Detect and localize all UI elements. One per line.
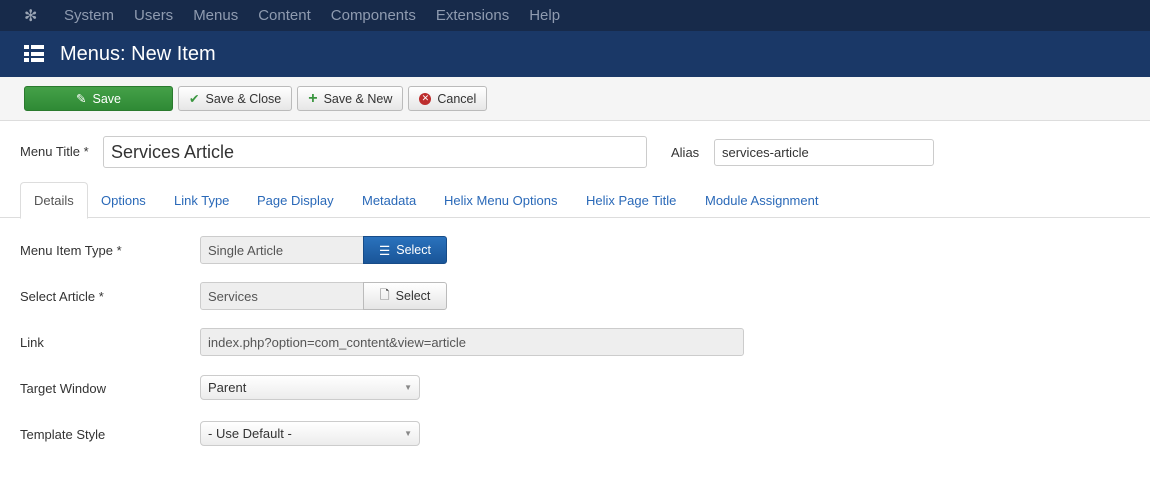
nav-content[interactable]: Content [258,7,311,24]
tab-metadata[interactable]: Metadata [349,182,429,218]
select-article-field: Services [200,282,364,310]
menu-item-type-label: Menu Item Type * [20,243,122,258]
save-new-label: Save & New [323,91,393,106]
save-label: Save [92,91,121,106]
tab-options[interactable]: Options [88,182,159,218]
toolbar: ✎ Save ✔ Save & Close + Save & New ✕ Cancel [0,77,1150,121]
nav-menus[interactable]: Menus [193,7,238,24]
link-field: index.php?option=com_content&view=articl… [200,328,744,356]
cancel-icon: ✕ [419,92,432,105]
select-label: Select [396,243,431,257]
top-navbar: ✻ System Users Menus Content Components … [0,0,1150,31]
tab-module-assignment[interactable]: Module Assignment [692,182,831,218]
plus-icon: + [308,89,318,107]
menu-title-label: Menu Title * [20,144,89,159]
select-article-label: Select Article * [20,289,104,304]
save-close-label: Save & Close [205,91,282,106]
caret-down-icon: ▼ [404,429,412,438]
link-label: Link [20,335,44,350]
nav-help[interactable]: Help [529,7,560,24]
check-icon: ✔ [189,92,200,106]
tab-helix-menu-options[interactable]: Helix Menu Options [431,182,570,218]
save-close-button[interactable]: ✔ Save & Close [178,86,293,111]
nav-extensions[interactable]: Extensions [436,7,509,24]
target-window-value: Parent [208,380,247,395]
tab-page-display[interactable]: Page Display [244,182,347,218]
nav-system[interactable]: System [64,7,114,24]
nav-components[interactable]: Components [331,7,416,24]
page-title: Menus: New Item [60,42,216,65]
list-icon [24,45,44,63]
tab-link-type[interactable]: Link Type [161,182,242,218]
edit-icon: ✎ [76,92,87,106]
menu-item-type-select-button[interactable]: ☰ Select [363,236,447,264]
list-icon: ☰ [379,243,391,258]
menu-item-type-field: Single Article [200,236,364,264]
target-window-label: Target Window [20,381,106,396]
save-button[interactable]: ✎ Save [24,86,173,111]
template-style-value: - Use Default - [208,426,292,441]
alias-label: Alias [671,145,700,160]
save-new-button[interactable]: + Save & New [297,86,404,111]
select-article-button[interactable]: 🗋 Select [363,282,447,310]
nav-users[interactable]: Users [134,7,173,24]
tab-helix-page-title[interactable]: Helix Page Title [573,182,689,218]
menu-title-input[interactable]: Services Article [103,136,647,168]
template-style-label: Template Style [20,427,106,442]
select-label: Select [395,289,431,303]
page-header: Menus: New Item [0,31,1150,77]
cancel-button[interactable]: ✕ Cancel [408,86,488,111]
joomla-logo-icon[interactable]: ✻ [24,6,44,26]
file-icon: 🗋 [379,287,390,302]
alias-input[interactable]: services-article [714,139,934,166]
target-window-select[interactable]: Parent ▼ [200,375,420,400]
tab-details[interactable]: Details [20,182,88,219]
cancel-label: Cancel [437,91,477,106]
template-style-select[interactable]: - Use Default - ▼ [200,421,420,446]
caret-down-icon: ▼ [404,383,412,392]
tab-bar: Details Options Link Type Page Display M… [0,182,1150,219]
